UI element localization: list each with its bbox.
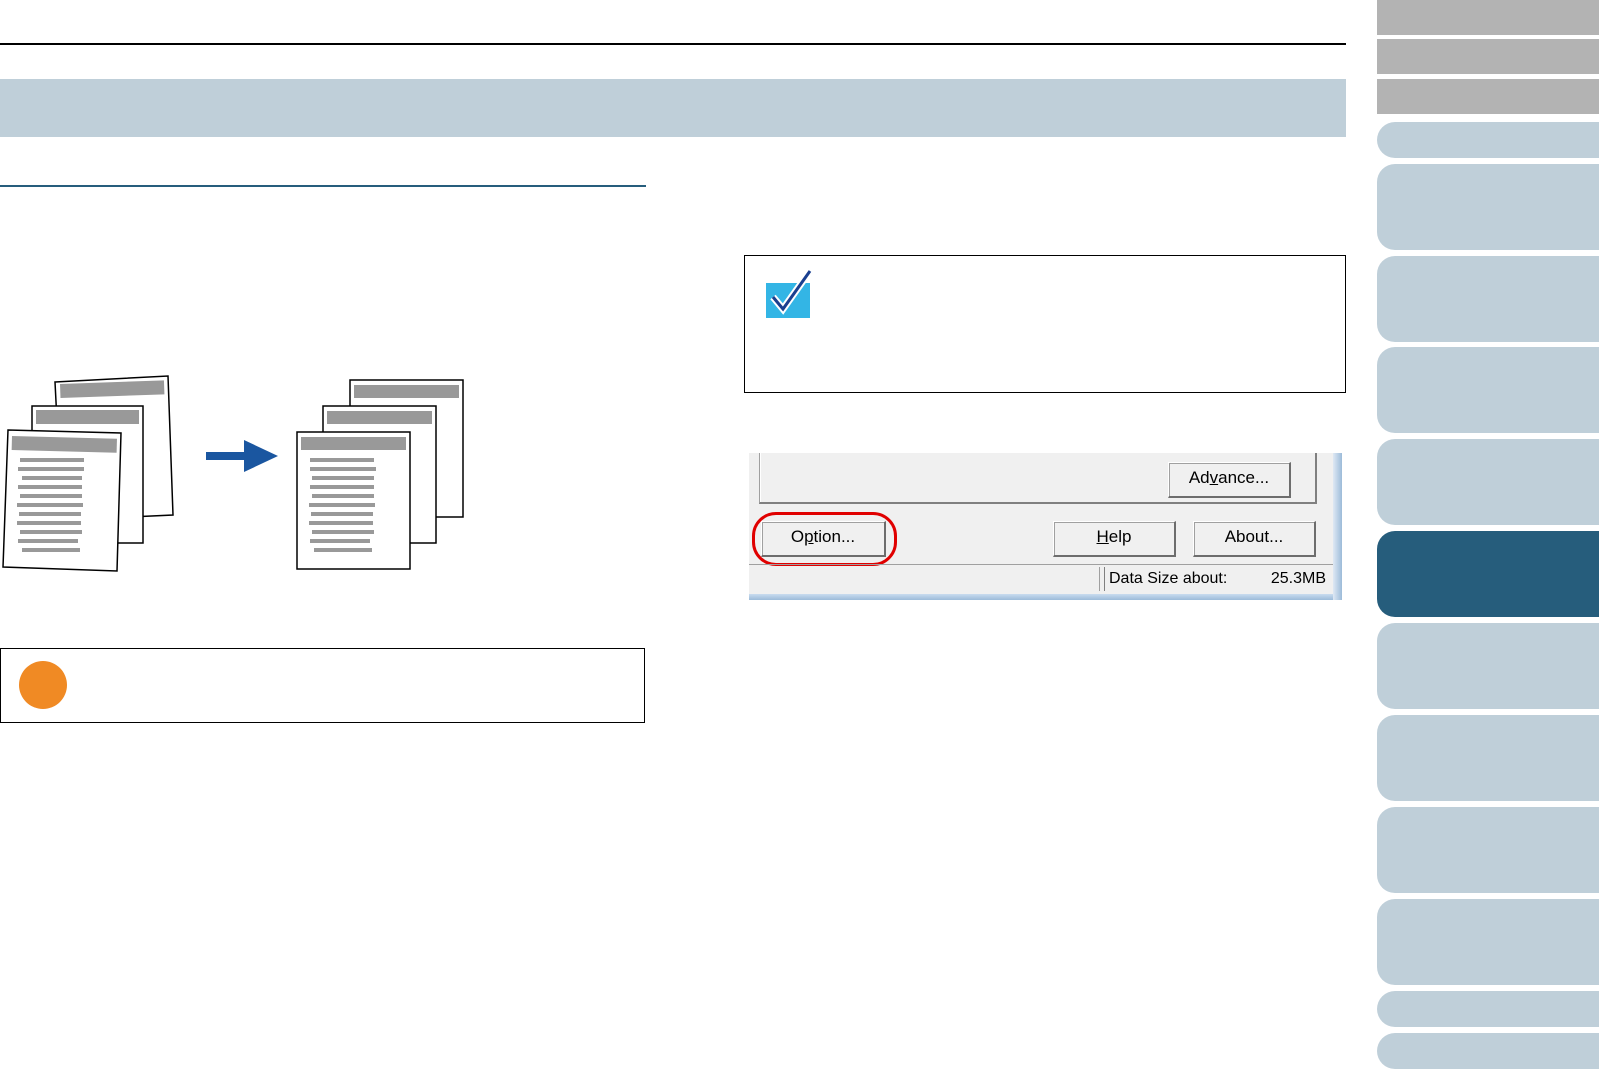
sidebar-tab-contents[interactable] xyxy=(1377,39,1599,74)
sorted-pages xyxy=(296,379,464,570)
sidebar-tab-1[interactable] xyxy=(1377,122,1599,158)
scan-settings-dialog: Advance... Option... Help About... Data … xyxy=(749,453,1342,600)
help-button[interactable]: Help xyxy=(1053,521,1176,557)
sidebar-tab-11[interactable] xyxy=(1377,991,1599,1027)
caution-box xyxy=(0,648,645,723)
sidebar-tab-index[interactable] xyxy=(1377,79,1599,114)
sidebar-tab-2[interactable] xyxy=(1377,164,1599,250)
sidebar-tab-9[interactable] xyxy=(1377,807,1599,893)
section-heading-rule xyxy=(0,185,646,187)
advance-button[interactable]: Advance... xyxy=(1168,462,1291,498)
arrow-right-icon xyxy=(206,440,278,472)
top-rule xyxy=(0,43,1346,45)
page-title-band xyxy=(0,79,1346,137)
about-button[interactable]: About... xyxy=(1193,521,1316,557)
caution-icon xyxy=(19,661,67,709)
sidebar-tab-10[interactable] xyxy=(1377,899,1599,985)
page-reorder-illustration xyxy=(2,375,464,572)
hint-box xyxy=(744,255,1346,393)
sidebar-tab-6-active[interactable] xyxy=(1377,531,1599,617)
highlight-ring xyxy=(752,512,897,566)
sidebar-tab-8[interactable] xyxy=(1377,715,1599,801)
check-hint-icon xyxy=(766,269,813,318)
sidebar-tab-5[interactable] xyxy=(1377,439,1599,525)
window-frame-bottom xyxy=(749,594,1342,600)
sidebar-tab-3[interactable] xyxy=(1377,256,1599,342)
sidebar-tab-12[interactable] xyxy=(1377,1033,1599,1069)
sidebar-tab-7[interactable] xyxy=(1377,623,1599,709)
original-pages xyxy=(2,375,174,572)
sidebar-tab-top[interactable] xyxy=(1377,0,1599,35)
sidebar-tab-4[interactable] xyxy=(1377,347,1599,433)
data-size-pane: Data Size about: 25.3MB xyxy=(1104,567,1330,591)
data-size-value: 25.3MB xyxy=(1270,570,1326,587)
window-frame-right xyxy=(1333,453,1342,600)
data-size-label: Data Size about: xyxy=(1109,570,1228,587)
status-left-pane xyxy=(749,567,1100,591)
status-bar: Data Size about: 25.3MB xyxy=(749,564,1342,595)
